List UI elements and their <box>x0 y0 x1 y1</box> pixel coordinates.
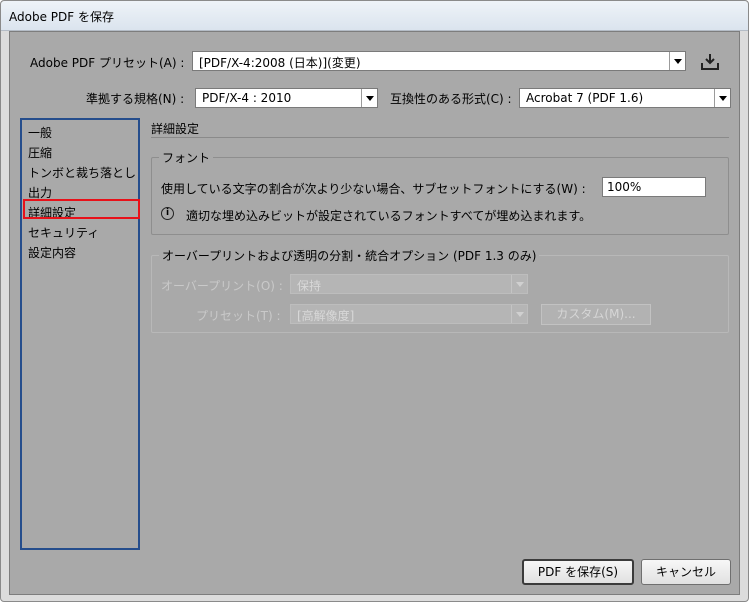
overprint-value: 保持 <box>297 279 322 293</box>
compat-label: 互換性のある形式(C) : <box>390 92 512 106</box>
chevron-down-icon <box>361 89 377 107</box>
compat-dropdown[interactable]: Acrobat 7 (PDF 1.6) <box>519 88 731 108</box>
nav-item-marks-bleeds[interactable]: トンボと裁ち落とし <box>28 164 138 181</box>
custom-button[interactable]: カスタム(M)... <box>541 304 651 325</box>
nav-item-summary[interactable]: 設定内容 <box>28 244 138 261</box>
standard-label: 準拠する規格(N) : <box>86 92 185 106</box>
subset-label: 使用している文字の割合が次より少ない場合、サブセットフォントにする(W) : <box>161 182 586 196</box>
nav-item-security[interactable]: セキュリティ <box>28 224 138 241</box>
preset-label: Adobe PDF プリセット(A) : <box>30 56 185 70</box>
chevron-down-icon <box>511 275 527 293</box>
info-icon: i <box>161 207 174 220</box>
overprint-dropdown[interactable]: 保持 <box>290 274 528 294</box>
compat-value: Acrobat 7 (PDF 1.6) <box>526 91 644 105</box>
save-pdf-button[interactable]: PDF を保存(S) <box>522 559 634 585</box>
chevron-down-icon <box>669 52 685 70</box>
chevron-down-icon <box>714 89 730 107</box>
save-pdf-dialog: Adobe PDF を保存 Adobe PDF プリセット(A) : [PDF/… <box>0 0 749 602</box>
subset-threshold-value: 100% <box>607 180 642 194</box>
window-title: Adobe PDF を保存 <box>9 10 114 24</box>
standard-dropdown[interactable]: PDF/X-4 : 2010 <box>195 88 378 108</box>
selected-item-highlight <box>23 199 140 219</box>
section-title: 詳細設定 <box>151 122 200 136</box>
flattener-preset-dropdown[interactable]: [高解像度] <box>290 304 528 324</box>
category-list: 一般 圧縮 トンボと裁ち落とし 出力 詳細設定 セキュリティ 設定内容 <box>20 118 140 550</box>
standard-value: PDF/X-4 : 2010 <box>202 91 292 105</box>
overprint-label: オーバープリント(O) : <box>161 279 283 293</box>
nav-item-compression[interactable]: 圧縮 <box>28 144 138 161</box>
flattener-preset-label: プリセット(T) : <box>196 309 281 323</box>
flattener-preset-value: [高解像度] <box>297 309 355 323</box>
font-group-legend: フォント <box>159 149 214 166</box>
font-embed-info: 適切な埋め込みビットが設定されているフォントすべてが埋め込まれます。 <box>186 209 592 223</box>
nav-item-general[interactable]: 一般 <box>28 124 138 141</box>
preset-value: [PDF/X-4:2008 (日本)](変更) <box>199 56 361 70</box>
subset-threshold-input[interactable]: 100% <box>602 177 706 197</box>
cancel-button[interactable]: キャンセル <box>641 559 731 585</box>
dialog-body: Adobe PDF プリセット(A) : [PDF/X-4:2008 (日本)]… <box>9 31 740 595</box>
preset-dropdown[interactable]: [PDF/X-4:2008 (日本)](変更) <box>192 51 686 71</box>
overprint-group-legend: オーバープリントおよび透明の分割・統合オプション (PDF 1.3 のみ) <box>159 247 540 264</box>
title-bar: Adobe PDF を保存 <box>1 1 748 31</box>
chevron-down-icon <box>511 305 527 323</box>
section-divider <box>151 137 729 138</box>
save-preset-icon[interactable] <box>699 51 721 73</box>
